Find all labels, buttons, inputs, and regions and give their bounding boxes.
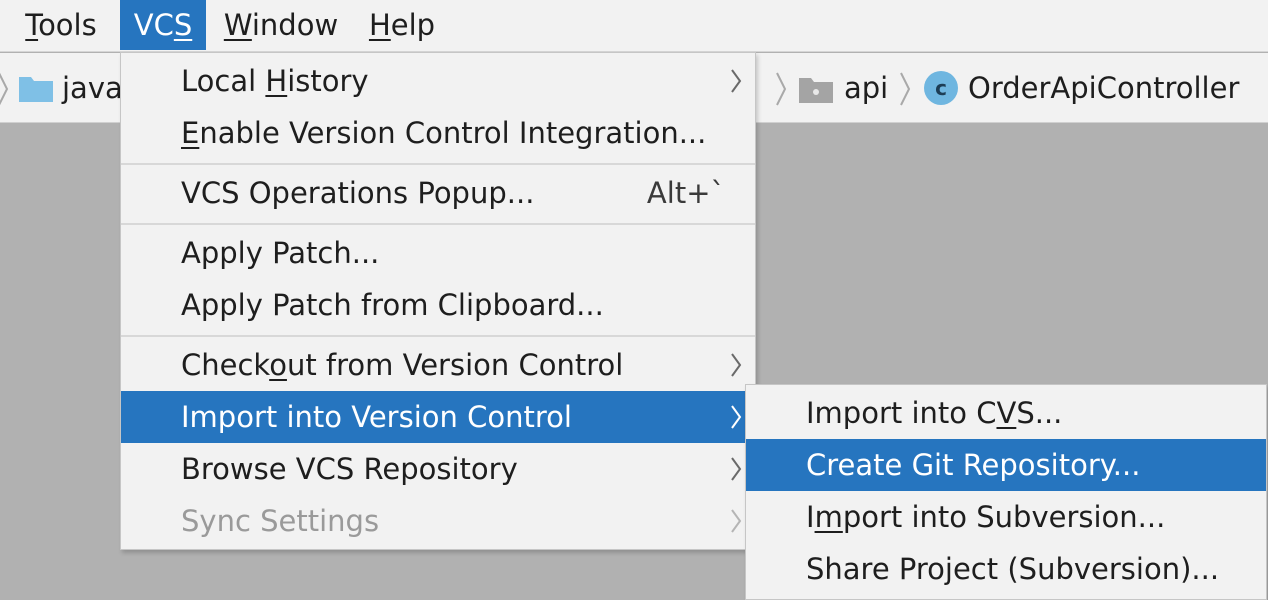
chevron-right-icon — [0, 72, 9, 106]
menu-help-label: elp — [390, 8, 436, 42]
menu-tools-label: ools — [38, 8, 97, 42]
menu-item-sync-settings: Sync Settings — [121, 495, 755, 547]
local-history-label-rest: istory — [287, 64, 369, 98]
local-history-mnemonic: H — [265, 64, 288, 98]
menu-item-import-into-vcs[interactable]: Import into Version Control — [121, 391, 755, 443]
menu-item-enable-vci[interactable]: Enable Version Control Integration... — [121, 107, 755, 159]
class-icon: c — [924, 71, 958, 105]
apply-patch-label: Apply Patch... — [181, 236, 380, 270]
menu-window[interactable]: Window — [214, 0, 348, 50]
menu-bar: Tools VCS Window Help — [0, 0, 1268, 52]
menu-tools[interactable]: Tools — [10, 0, 112, 50]
vcs-operations-shortcut: Alt+` — [646, 176, 725, 210]
menu-tools-mnemonic: T — [25, 8, 39, 42]
breadcrumb-item-java[interactable]: java — [62, 53, 123, 123]
menu-help[interactable]: Help — [360, 0, 444, 50]
menu-item-apply-patch-clipboard[interactable]: Apply Patch from Clipboard... — [121, 279, 755, 331]
folder-icon — [19, 77, 53, 102]
breadcrumb-item-class[interactable]: OrderApiController — [968, 53, 1239, 123]
chevron-right-icon — [900, 72, 911, 106]
chevron-right-icon — [731, 405, 742, 429]
import-svn-label: I — [806, 500, 815, 534]
enable-vci-label: nable Version Control Integration... — [199, 116, 707, 150]
sync-settings-label: Sync Settings — [181, 504, 380, 538]
apply-patch-clipboard-label: Apply Patch from Clipboard... — [181, 288, 604, 322]
menu-separator — [121, 223, 755, 225]
menu-window-mnemonic: W — [223, 8, 252, 42]
create-git-label: Create Git Repository... — [806, 448, 1141, 482]
browse-vcs-label: Browse VCS Repository — [181, 452, 518, 486]
import-svn-label-rest: port into Subversion... — [842, 500, 1166, 534]
vcs-menu: Local History Enable Version Control Int… — [120, 52, 756, 550]
menu-item-browse-vcs[interactable]: Browse VCS Repository — [121, 443, 755, 495]
menu-item-checkout[interactable]: Checkout from Version Control — [121, 339, 755, 391]
menu-item-local-history[interactable]: Local History — [121, 55, 755, 107]
enable-vci-mnemonic: E — [181, 116, 200, 150]
menu-separator — [121, 163, 755, 165]
checkout-mnemonic: o — [269, 348, 287, 382]
chevron-right-icon — [731, 509, 742, 533]
import-submenu: Import into CVS... Create Git Repository… — [745, 384, 1267, 600]
import-cvs-label-rest: S... — [1016, 396, 1063, 430]
vcs-operations-label: VCS Operations Popup... — [181, 176, 535, 210]
import-svn-mnemonic: m — [814, 500, 843, 534]
menu-window-label: indow — [251, 8, 339, 42]
menu-item-import-cvs[interactable]: Import into CVS... — [746, 387, 1266, 439]
import-cvs-label: Import into C — [806, 396, 997, 430]
share-project-label: Share Project (Subversion)... — [806, 552, 1220, 586]
checkout-label-rest: ut from Version Control — [286, 348, 624, 382]
chevron-right-icon — [731, 69, 742, 93]
import-cvs-mnemonic: V — [996, 396, 1017, 430]
menu-item-vcs-operations-popup[interactable]: VCS Operations Popup... Alt+` — [121, 167, 755, 219]
checkout-label: Check — [181, 348, 270, 382]
menu-vcs-mnemonic: S — [173, 8, 193, 42]
menu-help-mnemonic: H — [368, 8, 391, 42]
menu-item-share-project-subversion[interactable]: Share Project (Subversion)... — [746, 543, 1266, 595]
menu-item-create-git-repository[interactable]: Create Git Repository... — [746, 439, 1266, 491]
menu-vcs-label: VC — [133, 8, 174, 42]
chevron-right-icon — [776, 72, 787, 106]
chevron-right-icon — [731, 353, 742, 377]
import-vcs-label: Import into Version Control — [181, 400, 572, 434]
menu-vcs[interactable]: VCS — [120, 0, 206, 50]
menu-item-apply-patch[interactable]: Apply Patch... — [121, 227, 755, 279]
chevron-right-icon — [731, 457, 742, 481]
breadcrumb-item-api[interactable]: api — [844, 53, 888, 123]
package-folder-icon — [799, 78, 833, 103]
menu-separator — [121, 335, 755, 337]
local-history-label: Local — [181, 64, 266, 98]
menu-item-import-subversion[interactable]: Import into Subversion... — [746, 491, 1266, 543]
